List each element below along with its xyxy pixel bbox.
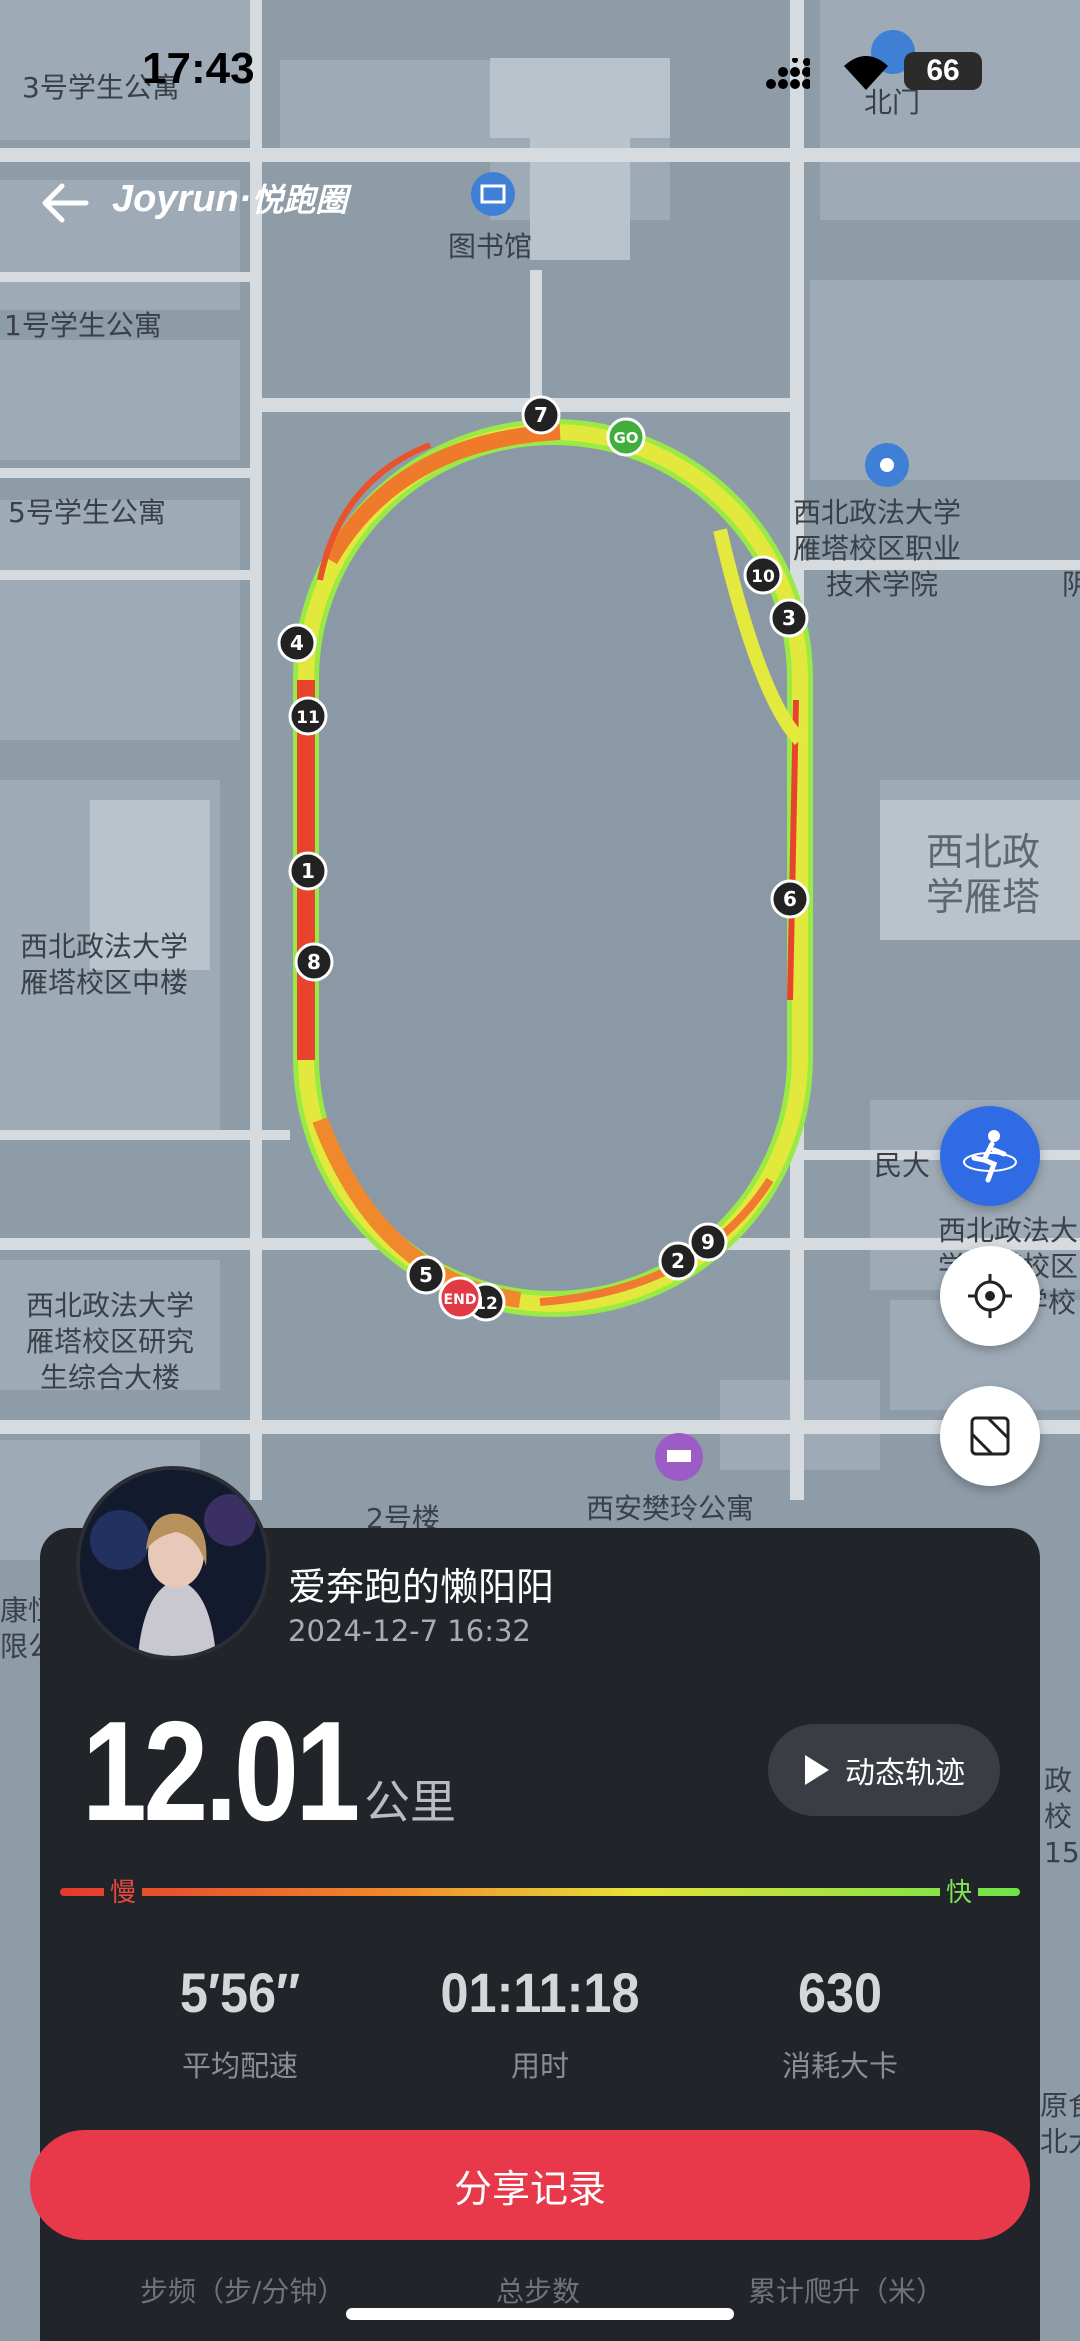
svg-text:阴: 阴 <box>1062 568 1080 601</box>
status-time: 17:43 <box>142 44 255 93</box>
svg-text:9: 9 <box>701 1230 715 1254</box>
km-marker-11: 11 <box>288 696 328 736</box>
km-marker-7: 7 <box>521 395 561 435</box>
svg-text:GO: GO <box>613 429 638 447</box>
svg-text:原食: 原食 <box>1040 2089 1080 2122</box>
run-date: 2024-12-7 16:32 <box>288 1614 531 1648</box>
svg-text:校: 校 <box>1044 1800 1072 1833</box>
km-marker-4: 4 <box>277 623 317 663</box>
km-marker-10: 10 <box>743 555 783 595</box>
map-layer-button[interactable] <box>940 1386 1040 1486</box>
cellular-signal-icon <box>766 58 810 89</box>
km-marker-8: 8 <box>294 942 334 982</box>
km-marker-6: 6 <box>770 879 810 919</box>
svg-text:民大: 民大 <box>874 1149 930 1182</box>
stat-label: 平均配速 <box>181 2049 298 2083</box>
brand-tag: 悦跑圈 <box>251 182 348 218</box>
peek-cadence-label: 步频（步/分钟） <box>140 2275 346 2308</box>
stat-calories: 630 消耗大卡 <box>720 1960 960 2085</box>
svg-text:西安樊玲公寓: 西安樊玲公寓 <box>586 1492 754 1525</box>
share-record-button[interactable]: 分享记录 <box>30 2130 1030 2240</box>
runner-icon <box>963 1130 1017 1183</box>
distance-unit: 公里 <box>364 1775 456 1829</box>
svg-text:生综合大楼: 生综合大楼 <box>40 1361 180 1394</box>
svg-text:雁塔校区中楼: 雁塔校区中楼 <box>20 966 188 999</box>
status-bar: 17:43 66 <box>0 0 1080 140</box>
user-name: 爱奔跑的懒阳阳 <box>288 1565 555 1609</box>
running-mode-button[interactable] <box>940 1106 1040 1206</box>
svg-text:6: 6 <box>783 887 797 911</box>
slow-label: 慢 <box>104 1872 143 1909</box>
play-icon <box>805 1755 829 1785</box>
svg-text:15: 15 <box>1044 1836 1080 1869</box>
svg-text:5号学生公寓: 5号学生公寓 <box>8 496 166 529</box>
svg-text:北大: 北大 <box>1040 2125 1080 2158</box>
svg-text:雁塔校区研究: 雁塔校区研究 <box>26 1325 194 1358</box>
svg-text:雁塔校区职业: 雁塔校区职业 <box>793 532 961 565</box>
end-marker: END <box>438 1276 482 1320</box>
svg-text:3: 3 <box>782 606 796 630</box>
poi-library-icon <box>471 172 515 216</box>
stat-label: 用时 <box>510 2049 569 2083</box>
svg-text:图书馆: 图书馆 <box>448 230 532 263</box>
km-marker-5: 5 <box>406 1255 446 1295</box>
back-arrow-icon[interactable] <box>38 178 92 228</box>
stat-value: 01:11:18 <box>440 1961 640 2024</box>
poi-hotel-icon <box>655 1433 703 1481</box>
start-marker: GO <box>606 417 646 457</box>
svg-text:8: 8 <box>307 950 321 974</box>
km-marker-1: 1 <box>288 851 328 891</box>
locate-button[interactable] <box>940 1246 1040 1346</box>
svg-text:学雁塔: 学雁塔 <box>926 875 1040 919</box>
map-layer-icon <box>970 1416 1010 1456</box>
svg-text:1号学生公寓: 1号学生公寓 <box>4 309 162 342</box>
screen: 1 2 3 4 5 6 7 8 9 10 11 12 GO END 3号学生公寓… <box>0 0 1080 2341</box>
wifi-icon <box>844 56 888 90</box>
km-marker-9: 9 <box>688 1222 728 1262</box>
crosshair-icon <box>968 1274 1012 1318</box>
stat-value: 5′56″ <box>179 1961 301 2024</box>
svg-text:2: 2 <box>671 1249 685 1273</box>
svg-text:西北政法大: 西北政法大 <box>938 1214 1078 1247</box>
svg-text:4: 4 <box>290 631 304 655</box>
km-marker-3: 3 <box>769 598 809 638</box>
stat-value: 630 <box>797 1961 883 2024</box>
svg-text:西北政法大学: 西北政法大学 <box>20 930 188 963</box>
route-replay-label: 动态轨迹 <box>845 1756 965 1791</box>
svg-text:1: 1 <box>301 859 315 883</box>
svg-text:10: 10 <box>751 567 775 587</box>
peek-steps-label: 总步数 <box>496 2275 581 2308</box>
fast-label: 快 <box>940 1872 979 1909</box>
pace-gradient-bar <box>60 1888 1020 1896</box>
stat-duration: 01:11:18 用时 <box>420 1960 660 2085</box>
svg-text:西北政法大学: 西北政法大学 <box>793 496 961 529</box>
svg-text:政: 政 <box>1044 1764 1072 1797</box>
stat-label: 消耗大卡 <box>781 2049 898 2083</box>
peek-elevation-label: 累计爬升（米） <box>748 2275 945 2308</box>
battery-indicator: 66 <box>904 52 982 90</box>
svg-text:技术学院: 技术学院 <box>826 568 938 601</box>
svg-text:7: 7 <box>534 403 548 427</box>
svg-text:11: 11 <box>296 708 320 728</box>
avatar-image <box>80 1470 266 1656</box>
svg-text:END: END <box>444 1292 477 1308</box>
brand-name: Joyrun· <box>112 178 252 220</box>
user-avatar[interactable] <box>76 1466 270 1660</box>
home-indicator[interactable] <box>346 2308 734 2320</box>
poi-location-icon <box>865 443 909 487</box>
svg-text:西北政: 西北政 <box>926 830 1040 874</box>
svg-text:5: 5 <box>419 1263 433 1287</box>
route-replay-button[interactable]: 动态轨迹 <box>768 1724 1000 1816</box>
brand-logo: Joyrun·悦跑圈 <box>112 175 347 221</box>
distance-value: 12.01 <box>82 1692 360 1851</box>
svg-text:西北政法大学: 西北政法大学 <box>26 1289 194 1322</box>
stat-avg-pace: 5′56″ 平均配速 <box>120 1960 360 2085</box>
